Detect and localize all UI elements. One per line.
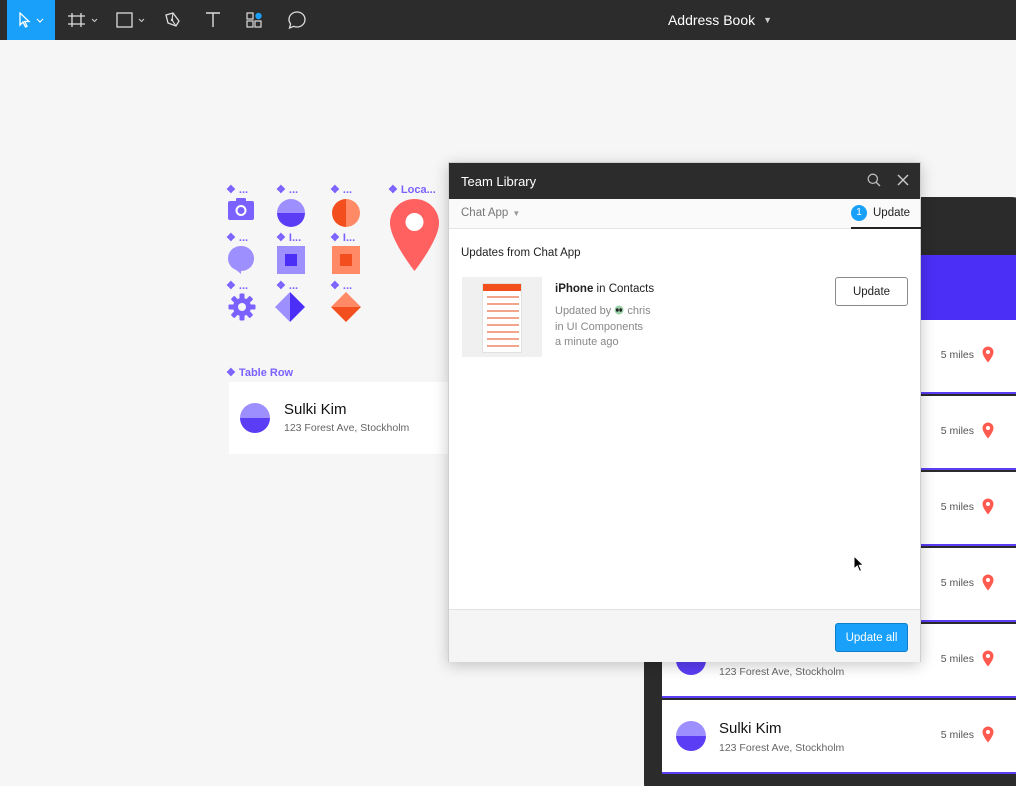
updated-by-prefix: Updated by: [555, 305, 612, 317]
shape-tool[interactable]: [111, 0, 151, 40]
modal-title: Team Library: [461, 174, 537, 189]
cursor-arrow-icon: [19, 12, 44, 28]
location-pin-icon: [982, 498, 994, 515]
text-tool[interactable]: [199, 0, 227, 40]
distance-label: 5 miles: [940, 729, 974, 741]
move-tool[interactable]: [7, 0, 55, 40]
component-label[interactable]: ❖ Loca...: [388, 183, 436, 196]
text-icon: [206, 12, 220, 27]
location-pin-icon: [982, 422, 994, 439]
component-label[interactable]: ❖ ...: [226, 231, 248, 244]
rectangle-icon: [116, 12, 145, 28]
team-library-modal: Team Library Chat App ▼ 1 Update Updates …: [448, 162, 921, 662]
chevron-down-icon: ▼: [763, 15, 773, 25]
half-circle-icon[interactable]: [276, 198, 306, 228]
frame-icon: [68, 13, 98, 27]
update-count-badge: 1: [851, 205, 867, 221]
component-label[interactable]: ❖ ...: [276, 183, 298, 196]
search-icon[interactable]: [867, 173, 881, 187]
contact-name: Sulki Kim: [284, 401, 347, 418]
thumbnail-phone-preview: [482, 283, 522, 353]
library-selector[interactable]: Chat App ▼: [461, 207, 520, 219]
split-circle-icon[interactable]: [331, 198, 361, 228]
mouse-cursor-icon: [853, 555, 865, 573]
contact-address: 123 Forest Ave, Stockholm: [284, 422, 410, 434]
in-word: in: [596, 283, 606, 295]
location-pin-icon: [982, 574, 994, 591]
top-toolbar: Address Book ▼: [0, 0, 1016, 40]
library-selector-label: Chat App: [461, 207, 509, 219]
distance-label: 5 miles: [940, 577, 974, 589]
distance-label: 5 miles: [940, 425, 974, 437]
component-name: iPhone: [555, 283, 594, 295]
square-in-square-icon[interactable]: [331, 245, 361, 275]
user-avatar-icon: [614, 305, 624, 315]
gear-icon[interactable]: [228, 293, 256, 321]
component-label[interactable]: ❖ ...: [226, 183, 248, 196]
modal-header: Team Library: [449, 163, 920, 199]
avatar: [676, 721, 706, 751]
contact-name: Sulki Kim: [719, 720, 782, 737]
square-in-square-icon[interactable]: [276, 245, 306, 275]
page-name: Contacts: [608, 283, 655, 295]
chevron-down-icon: ▼: [512, 209, 521, 218]
component-label[interactable]: ❖ ...: [330, 183, 352, 196]
components-icon: [246, 12, 262, 28]
distance-label: 5 miles: [940, 653, 974, 665]
components-tool[interactable]: [241, 0, 269, 40]
update-time: a minute ago: [555, 336, 619, 348]
diamond-icon[interactable]: [274, 291, 306, 323]
update-button[interactable]: Update: [835, 277, 908, 306]
updated-by: Updated by chris: [555, 305, 651, 317]
table-row[interactable]: Sulki Kim 123 Forest Ave, Stockholm 5 mi…: [662, 700, 1016, 774]
component-thumbnail: [462, 277, 542, 357]
component-label[interactable]: ❖ I...: [276, 231, 301, 244]
user-name: chris: [627, 305, 651, 317]
location-pin-icon: [982, 346, 994, 363]
location-pin-icon: [982, 650, 994, 667]
chat-bubble-icon[interactable]: [227, 245, 255, 275]
frame-tool[interactable]: [62, 0, 102, 40]
pen-icon: [165, 12, 180, 27]
component-label[interactable]: ❖ ...: [226, 279, 248, 292]
tab-update[interactable]: 1 Update: [851, 199, 921, 229]
distance-label: 5 miles: [940, 501, 974, 513]
section-title: Updates from Chat App: [461, 247, 581, 259]
distance-label: 5 miles: [940, 349, 974, 361]
location-pin-icon[interactable]: [388, 197, 441, 273]
update-location: in UI Components: [555, 321, 644, 333]
pen-tool[interactable]: [158, 0, 186, 40]
comment-tool[interactable]: [283, 0, 311, 40]
modal-tabs: Chat App ▼ 1 Update: [449, 199, 921, 229]
contact-address: 123 Forest Ave, Stockholm: [719, 666, 845, 678]
modal-footer: Update all: [449, 609, 920, 662]
avatar: [240, 403, 270, 433]
updated-component-name: iPhone in Contacts: [555, 283, 654, 295]
table-row-label[interactable]: ❖ Table Row: [226, 366, 293, 379]
diamond-icon[interactable]: [330, 291, 362, 323]
contact-address: 123 Forest Ave, Stockholm: [719, 742, 845, 754]
update-all-button[interactable]: Update all: [835, 623, 908, 652]
document-title[interactable]: Address Book ▼: [620, 0, 820, 40]
table-row-component[interactable]: Sulki Kim 123 Forest Ave, Stockholm: [229, 382, 451, 454]
component-label[interactable]: ❖ I...: [330, 231, 355, 244]
close-icon[interactable]: [896, 173, 910, 187]
tab-update-label: Update: [873, 207, 911, 219]
comment-icon: [288, 11, 306, 30]
location-pin-icon: [982, 726, 994, 743]
document-title-text: Address Book: [667, 12, 756, 28]
camera-icon[interactable]: [227, 197, 255, 221]
